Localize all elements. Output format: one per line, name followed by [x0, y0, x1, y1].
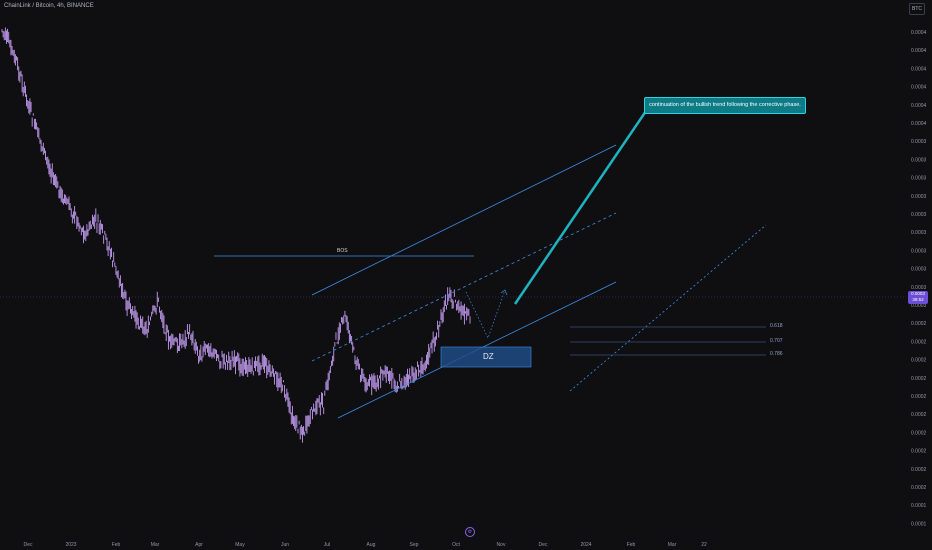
demand-zone-label: DZ — [483, 352, 494, 361]
y-tick-label: 0.0003 — [911, 248, 927, 254]
x-tick-label: Mar — [151, 542, 160, 548]
callout-pointer — [513, 110, 648, 305]
bos-label: BOS — [337, 248, 348, 254]
y-tick-label: 0.0004 — [911, 85, 927, 91]
fib-level-label: 0.618 — [770, 323, 783, 329]
price-chart[interactable]: 0.0004 0.0004 0.0004 0.0004 0.0004 0.0004 0.00… — [0, 0, 932, 550]
y-tick-label: 0.0001 — [911, 521, 927, 527]
y-tick-label: 0.0002 — [911, 449, 927, 455]
fib-level-label: 0.707 — [770, 338, 783, 344]
y-tick-label: 0.0002 — [911, 467, 927, 473]
y-tick-label: 0.0002 — [911, 321, 927, 327]
x-tick-label: 2023 — [65, 542, 76, 548]
x-tick-label: 22 — [701, 542, 707, 548]
y-tick-label: 0.0003 — [911, 230, 927, 236]
x-tick-label: 2024 — [580, 542, 591, 548]
price-axis[interactable]: 0.0004 0.0004 0.0004 0.0004 0.0004 0.0004 0.00… — [911, 30, 927, 527]
y-tick-label: 0.0001 — [911, 503, 927, 509]
y-tick-label: 0.0004 — [911, 121, 927, 127]
x-tick-label: Apr — [195, 542, 203, 548]
y-tick-label: 0.0002 — [911, 358, 927, 364]
x-tick-label: Aug — [367, 542, 376, 548]
x-tick-label: Feb — [627, 542, 636, 548]
x-tick-label: Nov — [497, 542, 506, 548]
y-tick-label: 0.0002 — [911, 376, 927, 382]
y-tick-label: 0.0002 — [911, 430, 927, 436]
projection-line[interactable] — [569, 224, 767, 392]
x-tick-label: Dec — [24, 542, 33, 548]
y-tick-label: 0.0002 — [911, 412, 927, 418]
fib-level-label: 0.786 — [770, 351, 783, 357]
y-tick-label: 0.0003 — [911, 194, 927, 200]
y-tick-label: 0.0002 — [911, 339, 927, 345]
gear-icon[interactable]: ⚙ — [465, 527, 475, 537]
x-tick-label: Jul — [324, 542, 330, 548]
y-tick-label: 0.0003 — [911, 285, 927, 291]
currency-button[interactable]: BTC — [909, 3, 925, 15]
x-tick-label: Oct — [452, 542, 460, 548]
x-tick-label: Jun — [281, 542, 289, 548]
price-series — [1, 27, 471, 443]
x-tick-label: Sep — [410, 542, 419, 548]
y-tick-label: 0.0003 — [911, 139, 927, 145]
time-axis[interactable]: Dec 2023 Feb Mar Apr May Jun Jul Aug Sep Oct Nov Dec… — [24, 542, 707, 548]
y-tick-label: 0.0002 — [911, 394, 927, 400]
x-tick-label: May — [235, 542, 245, 548]
symbol-title: ChainLink / Bitcoin, 4h, BINANCE — [4, 3, 94, 9]
price-tag-countdown: 39:52 — [912, 297, 924, 302]
y-tick-label: 0.0004 — [911, 66, 927, 72]
y-tick-label: 0.0004 — [911, 48, 927, 54]
y-tick-label: 0.0003 — [911, 267, 927, 273]
channel-upper-line[interactable] — [311, 144, 617, 296]
x-tick-label: Mar — [668, 542, 677, 548]
x-tick-label: Dec — [539, 542, 548, 548]
price-tag: 0.0003 39:52 — [908, 291, 928, 304]
annotation-callout[interactable]: continuation of the bullish trend follow… — [644, 97, 806, 114]
y-tick-label: 0.0004 — [911, 103, 927, 109]
channel-mid-line[interactable] — [311, 212, 617, 362]
x-tick-label: Feb — [112, 542, 121, 548]
y-tick-label: 0.0002 — [911, 485, 927, 491]
y-tick-label: 0.0003 — [911, 176, 927, 182]
y-tick-label: 0.0003 — [911, 157, 927, 163]
y-tick-label: 0.0004 — [911, 30, 927, 36]
y-tick-label: 0.0003 — [911, 212, 927, 218]
